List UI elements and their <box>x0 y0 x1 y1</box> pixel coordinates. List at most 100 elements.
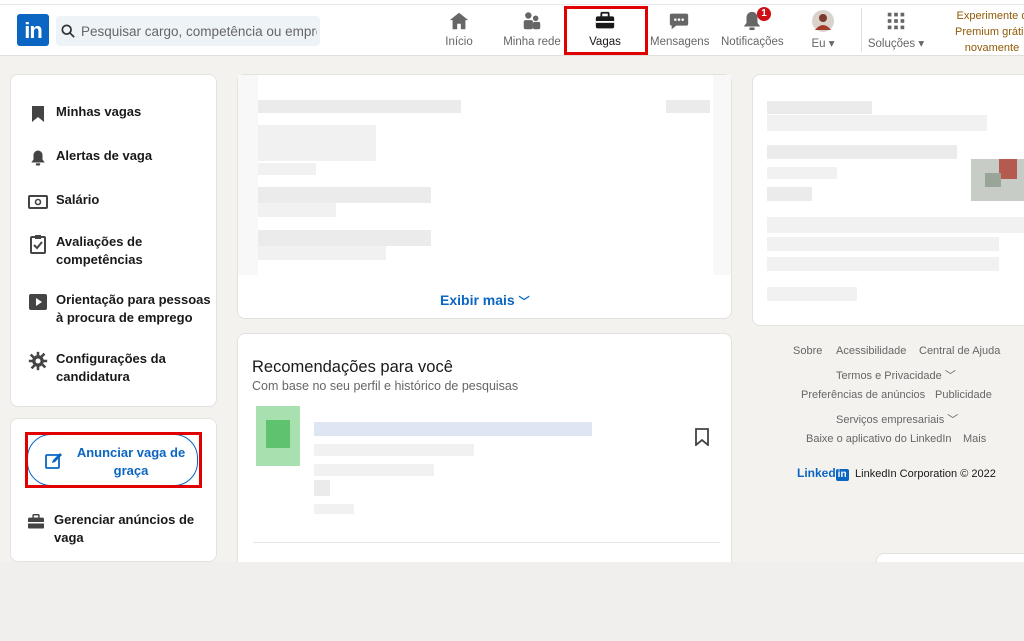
pixelated-content <box>767 145 957 159</box>
sidebar-item-label: Alertas de vaga <box>56 148 153 163</box>
nav-solutions-label: Soluções ▾ <box>867 38 925 50</box>
footer-link-accessibility[interactable]: Acessibilidade <box>836 345 906 357</box>
nav-network[interactable]: Minha rede <box>502 10 562 52</box>
top-nav-bar: in Início Minha rede Vagas Mensagens 1 N… <box>0 0 1024 56</box>
pixelated-content <box>256 203 336 217</box>
pixelated-content <box>767 101 872 114</box>
job-title-placeholder <box>314 422 592 436</box>
bell-icon <box>27 147 49 169</box>
chevron-down-icon: ﹀ <box>518 296 530 308</box>
gear-icon <box>27 350 49 372</box>
nav-messaging[interactable]: Mensagens <box>650 10 710 52</box>
page-bottom-area <box>0 562 1024 641</box>
sidebar-item-application-settings[interactable]: Configurações da candidatura <box>27 350 187 386</box>
nav-solutions[interactable]: Soluções ▾ <box>866 10 926 52</box>
nav-divider <box>861 8 862 52</box>
chevron-down-icon: ▾ <box>828 38 835 50</box>
sidebar-item-job-alerts[interactable]: Alertas de vaga <box>27 147 152 169</box>
footer-link-advertising[interactable]: Publicidade <box>935 389 992 401</box>
chevron-down-icon: ▾ <box>918 38 925 50</box>
play-video-icon <box>27 291 49 313</box>
nav-notifications-label: Notificações <box>721 36 784 48</box>
footer-link-help-center[interactable]: Central de Ajuda <box>919 345 1000 357</box>
pixelated-content <box>713 75 731 275</box>
pixelated-content <box>256 187 431 203</box>
pixelated-content <box>767 167 837 179</box>
avatar <box>806 10 840 32</box>
nav-notifications[interactable]: 1 Notificações <box>721 7 784 52</box>
browser-strip <box>0 0 1024 5</box>
nav-network-label: Minha rede <box>503 36 561 48</box>
manage-job-posts-link[interactable]: Gerenciar anúncios de vaga <box>25 511 195 547</box>
pixelated-content <box>238 75 258 275</box>
chevron-down-icon: ﹀ <box>947 414 959 426</box>
footer-link-about[interactable]: Sobre <box>793 345 822 357</box>
sidebar-item-label: Minhas vagas <box>56 104 142 119</box>
home-icon <box>440 10 478 32</box>
money-icon <box>27 191 49 213</box>
messaging-icon <box>650 10 708 32</box>
briefcase-icon <box>25 511 47 533</box>
company-placeholder <box>314 444 474 456</box>
footer-link-terms[interactable]: Termos e Privacidade ﹀ <box>836 367 956 383</box>
pixelated-content <box>666 100 710 113</box>
clipboard-check-icon <box>27 233 49 255</box>
network-icon <box>502 10 562 32</box>
pixelated-content <box>767 217 1024 233</box>
job-activity-card <box>237 74 732 319</box>
pixelated-content <box>767 115 987 131</box>
nav-home-label: Início <box>445 36 473 48</box>
search-icon <box>61 24 75 38</box>
promo-image-detail <box>985 173 1001 187</box>
show-more-link[interactable]: Exibir mais ﹀ <box>440 292 530 309</box>
post-job-highlight-box <box>25 432 202 488</box>
linkedin-wordmark: Linked <box>797 466 836 480</box>
premium-line: novamente <box>964 42 1020 54</box>
sidebar-item-label: Salário <box>56 192 100 207</box>
sidebar-item-skill-assessments[interactable]: Avaliações de competências <box>27 233 187 269</box>
manage-job-posts-label: Gerenciar anúncios de vaga <box>54 512 195 545</box>
save-job-bookmark-icon[interactable] <box>695 428 709 451</box>
nav-home[interactable]: Início <box>440 10 478 52</box>
search-box[interactable] <box>56 16 320 46</box>
sidebar-item-label: Orientação para pessoas à procura de emp… <box>56 292 211 325</box>
pixelated-content <box>314 504 354 514</box>
location-placeholder <box>314 464 434 476</box>
pixelated-content <box>767 287 857 301</box>
company-logo-detail <box>266 420 290 448</box>
premium-line: Premium grátis <box>955 26 1024 38</box>
pixelated-content <box>314 480 330 496</box>
copyright: LinkedIn Corporation © 2022 <box>855 468 996 480</box>
footer-link-business-services[interactable]: Serviços empresariais ﹀ <box>836 411 958 427</box>
promo-image-detail <box>999 159 1017 179</box>
pixelated-content <box>767 257 999 271</box>
sidebar-item-job-seeker-guidance[interactable]: Orientação para pessoas à procura de emp… <box>27 291 212 327</box>
recommendations-subtitle: Com base no seu perfil e histórico de pe… <box>252 379 519 393</box>
footer-link-get-app[interactable]: Baixe o aplicativo do LinkedIn <box>806 433 952 445</box>
recommendations-title: Recomendações para você <box>252 358 453 376</box>
pixelated-content <box>767 237 999 251</box>
sidebar-item-label: Avaliações de competências <box>56 234 143 267</box>
footer-link-more[interactable]: Mais <box>963 433 986 445</box>
premium-line: Experimente o <box>956 10 1024 22</box>
nav-me-label: Eu ▾ <box>811 38 835 50</box>
premium-trial-link[interactable]: Experimente o Premium grátis novamente <box>952 8 1024 56</box>
grid-icon <box>866 10 926 32</box>
bookmark-icon <box>27 103 49 125</box>
search-input[interactable] <box>81 16 317 46</box>
nav-messaging-label: Mensagens <box>650 36 710 48</box>
chevron-down-icon: ﹀ <box>944 370 956 382</box>
linkedin-logo[interactable]: in <box>17 14 49 46</box>
footer-link-ad-preferences[interactable]: Preferências de anúncios <box>801 389 925 401</box>
sidebar-item-label: Configurações da candidatura <box>56 351 166 384</box>
vagas-highlight-box <box>564 6 648 55</box>
sidebar-item-my-jobs[interactable]: Minhas vagas <box>27 103 141 125</box>
nav-me[interactable]: Eu ▾ <box>806 10 840 52</box>
footer-brand: Linked in LinkedIn Corporation © 2022 <box>797 464 996 482</box>
linkedin-wordmark-in: in <box>835 469 849 481</box>
notification-badge: 1 <box>757 7 771 21</box>
sidebar-card: Minhas vagas Alertas de vaga Salário Ava… <box>10 74 217 407</box>
pixelated-content <box>256 246 386 260</box>
sidebar-item-salary[interactable]: Salário <box>27 191 99 213</box>
pixelated-content <box>256 163 316 175</box>
